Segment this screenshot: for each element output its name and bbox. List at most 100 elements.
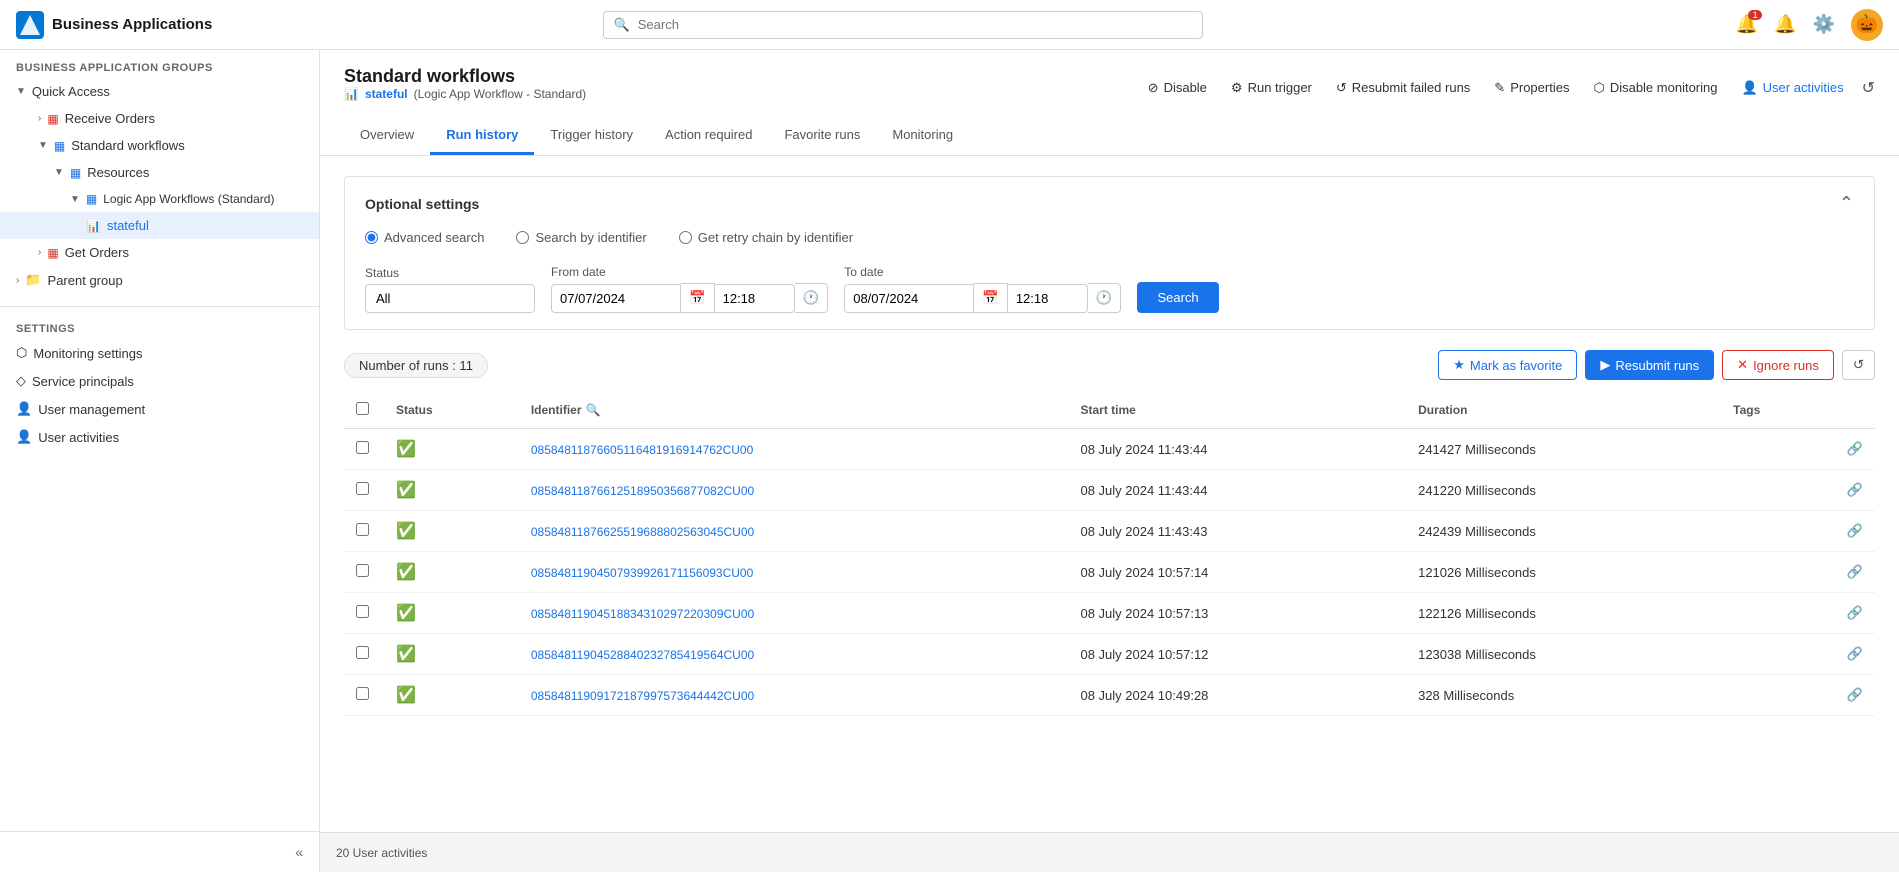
runs-table: Status Identifier 🔍 Start time Duration … bbox=[344, 392, 1875, 716]
ignore-runs-label: Ignore runs bbox=[1753, 358, 1819, 373]
row-checkbox[interactable] bbox=[356, 523, 369, 536]
duration-cell: 122126 Milliseconds bbox=[1406, 593, 1721, 634]
search-icon: 🔍 bbox=[614, 17, 630, 33]
run-trigger-button[interactable]: ⚙ Run trigger bbox=[1225, 76, 1318, 100]
refresh-icon[interactable]: ↺ bbox=[1862, 78, 1875, 98]
link-icon[interactable]: 🔗 bbox=[1847, 605, 1863, 620]
play-icon: ▶ bbox=[1600, 357, 1610, 373]
row-checkbox[interactable] bbox=[356, 646, 369, 659]
disable-monitoring-button[interactable]: ⬡ Disable monitoring bbox=[1587, 76, 1723, 100]
sidebar-item-quick-access[interactable]: ▼ Quick Access bbox=[0, 78, 319, 105]
identifier-link[interactable]: 08584811904528840232785419564CU00 bbox=[531, 648, 754, 662]
sidebar-footer: « bbox=[0, 831, 319, 872]
properties-label: Properties bbox=[1510, 80, 1569, 95]
settings-section: SETTINGS ⬡ Monitoring settings ◇ Service… bbox=[0, 306, 319, 451]
workflow-subtitle-name: stateful bbox=[365, 87, 408, 101]
sidebar-item-user-management[interactable]: 👤 User management bbox=[0, 395, 319, 423]
radio-advanced-search[interactable]: Advanced search bbox=[365, 230, 484, 245]
row-checkbox[interactable] bbox=[356, 687, 369, 700]
sidebar-item-logic-app-workflows[interactable]: ▼ ▦ Logic App Workflows (Standard) bbox=[0, 186, 319, 212]
radio-search-by-identifier[interactable]: Search by identifier bbox=[516, 230, 646, 245]
chevron-icon: › bbox=[16, 275, 19, 286]
link-icon[interactable]: 🔗 bbox=[1847, 564, 1863, 579]
alerts-icon[interactable]: 🔔 bbox=[1774, 14, 1796, 35]
select-all-checkbox[interactable] bbox=[356, 402, 369, 415]
link-icon[interactable]: 🔗 bbox=[1847, 441, 1863, 456]
settings-icon[interactable]: ⚙️ bbox=[1813, 14, 1835, 35]
row-checkbox[interactable] bbox=[356, 482, 369, 495]
to-time-clock-button[interactable]: 🕐 bbox=[1088, 283, 1122, 313]
row-checkbox[interactable] bbox=[356, 605, 369, 618]
identifier-link[interactable]: 08584811909172187997573644442CU00 bbox=[531, 689, 754, 703]
row-checkbox[interactable] bbox=[356, 564, 369, 577]
search-input[interactable] bbox=[638, 17, 1192, 32]
duration-cell: 328 Milliseconds bbox=[1406, 675, 1721, 716]
resubmit-failed-label: Resubmit failed runs bbox=[1352, 80, 1471, 95]
tab-overview[interactable]: Overview bbox=[344, 117, 430, 155]
tab-action-required[interactable]: Action required bbox=[649, 117, 768, 155]
identifier-link[interactable]: 08584811904518834310297220309CU00 bbox=[531, 607, 754, 621]
tab-run-history[interactable]: Run history bbox=[430, 117, 534, 155]
mark-favorite-button[interactable]: ★ Mark as favorite bbox=[1438, 350, 1577, 380]
sidebar-item-label: Parent group bbox=[48, 273, 123, 288]
collapse-settings-button[interactable]: ⌃ bbox=[1839, 193, 1854, 214]
status-filter-group: Status All Succeeded Failed Running Canc… bbox=[365, 266, 535, 313]
sidebar-item-resources[interactable]: ▼ ▦ Resources bbox=[0, 159, 319, 186]
sidebar-item-label: Quick Access bbox=[32, 84, 110, 99]
sidebar-item-label: Standard workflows bbox=[71, 138, 184, 153]
search-button[interactable]: Search bbox=[1137, 282, 1218, 313]
table-refresh-button[interactable]: ↺ bbox=[1842, 350, 1875, 380]
from-date-calendar-button[interactable]: 📅 bbox=[681, 283, 715, 313]
notifications-icon[interactable]: 🔔 1 bbox=[1736, 14, 1758, 35]
sidebar-item-user-activities[interactable]: 👤 User activities bbox=[0, 423, 319, 451]
to-time-input[interactable] bbox=[1008, 284, 1088, 313]
from-time-clock-button[interactable]: 🕐 bbox=[795, 283, 829, 313]
radio-retry-chain[interactable]: Get retry chain by identifier bbox=[679, 230, 853, 245]
disable-button[interactable]: ⊘ Disable bbox=[1142, 76, 1213, 100]
table-row: ✅ 08584811904507939926171156093CU00 08 J… bbox=[344, 552, 1875, 593]
logic-app-icon: ▦ bbox=[86, 192, 97, 206]
identifier-link[interactable]: 08584811876605116481916914762CU00 bbox=[531, 443, 753, 457]
tab-monitoring[interactable]: Monitoring bbox=[876, 117, 969, 155]
link-icon[interactable]: 🔗 bbox=[1847, 646, 1863, 661]
status-icon: ✅ bbox=[396, 605, 416, 622]
mark-favorite-label: Mark as favorite bbox=[1470, 358, 1562, 373]
identifier-link[interactable]: 08584811876612518950356877082CU00 bbox=[531, 484, 754, 498]
sidebar-item-standard-workflows[interactable]: ▼ ▦ Standard workflows bbox=[0, 132, 319, 159]
avatar[interactable]: 🎃 bbox=[1851, 9, 1883, 41]
from-time-input[interactable] bbox=[715, 284, 795, 313]
tab-trigger-history[interactable]: Trigger history bbox=[534, 117, 649, 155]
resubmit-failed-button[interactable]: ↺ Resubmit failed runs bbox=[1330, 76, 1476, 100]
sidebar-item-get-orders[interactable]: › ▦ Get Orders bbox=[0, 239, 319, 266]
row-checkbox[interactable] bbox=[356, 441, 369, 454]
resubmit-runs-label: Resubmit runs bbox=[1615, 358, 1699, 373]
tabs: Overview Run history Trigger history Act… bbox=[344, 117, 1875, 155]
sidebar-item-stateful[interactable]: 📊 stateful bbox=[0, 212, 319, 239]
ignore-runs-button[interactable]: ✕ Ignore runs bbox=[1722, 350, 1834, 380]
link-icon[interactable]: 🔗 bbox=[1847, 523, 1863, 538]
identifier-link[interactable]: 08584811876625519688802563045CU00 bbox=[531, 525, 754, 539]
user-activities-button[interactable]: 👤 User activities bbox=[1735, 76, 1849, 100]
identifier-search-icon[interactable]: 🔍 bbox=[586, 403, 601, 417]
resubmit-runs-button[interactable]: ▶ Resubmit runs bbox=[1585, 350, 1714, 380]
tab-favorite-runs[interactable]: Favorite runs bbox=[768, 117, 876, 155]
from-date-input[interactable] bbox=[551, 284, 681, 313]
collapse-sidebar-button[interactable]: « bbox=[295, 844, 303, 860]
start-time-cell: 08 July 2024 11:43:43 bbox=[1068, 511, 1406, 552]
link-icon[interactable]: 🔗 bbox=[1847, 482, 1863, 497]
duration-cell: 123038 Milliseconds bbox=[1406, 634, 1721, 675]
to-date-input[interactable] bbox=[844, 284, 974, 313]
sidebar-groups-header: BUSINESS APPLICATION GROUPS bbox=[0, 50, 319, 78]
link-icon[interactable]: 🔗 bbox=[1847, 687, 1863, 702]
sidebar-item-service-principals[interactable]: ◇ Service principals bbox=[0, 367, 319, 395]
status-select[interactable]: All Succeeded Failed Running Cancelled bbox=[365, 284, 535, 313]
to-date-calendar-button[interactable]: 📅 bbox=[974, 283, 1008, 313]
workflow-title: Standard workflows bbox=[344, 66, 586, 87]
sidebar-item-monitoring-settings[interactable]: ⬡ Monitoring settings bbox=[0, 339, 319, 367]
identifier-link[interactable]: 08584811904507939926171156093CU00 bbox=[531, 566, 753, 580]
sidebar-item-receive-orders[interactable]: › ▦ Receive Orders bbox=[0, 105, 319, 132]
properties-button[interactable]: ✎ Properties bbox=[1488, 76, 1575, 100]
duration-cell: 241220 Milliseconds bbox=[1406, 470, 1721, 511]
sidebar-item-parent-group[interactable]: › 📁 Parent group bbox=[0, 266, 319, 294]
optional-settings-panel: Optional settings ⌃ Advanced search Sear… bbox=[344, 176, 1875, 330]
